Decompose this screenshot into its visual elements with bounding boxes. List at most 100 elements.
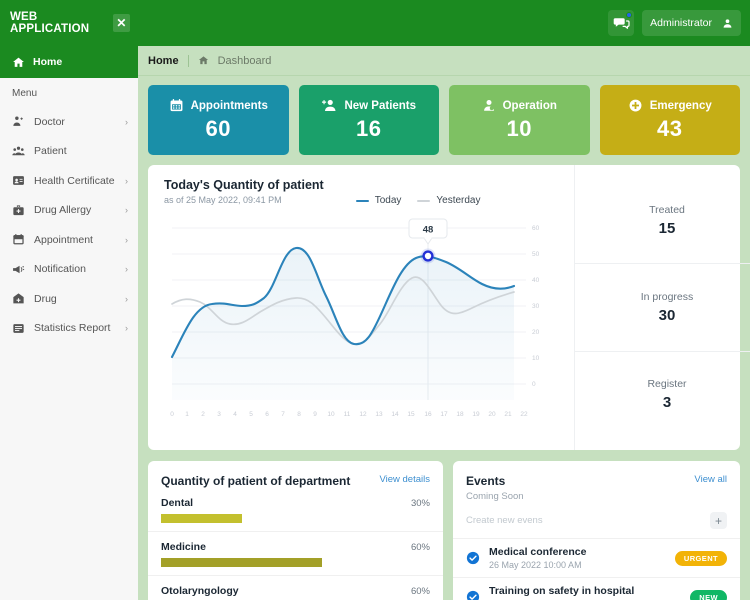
megaphone-icon (13, 265, 25, 274)
plus-circle-icon (629, 99, 642, 112)
create-event-input[interactable]: Create new evens (466, 515, 710, 526)
chart-x-axis-labels: 0 1 2 3 4 5 6 7 8 9 10 11 12 13 14 15 16… (170, 411, 528, 418)
chart-legend: Today Yesterday (355, 195, 481, 206)
status-badge: URGENT (674, 550, 727, 566)
department-name: Dental (161, 497, 194, 509)
sidebar-item-notification-label: Notification (34, 263, 86, 276)
department-row-top: Otolaryngology 60% (161, 585, 430, 597)
messages-button[interactable] (608, 10, 635, 36)
department-bar-fill (161, 558, 323, 567)
department-panel-header: Quantity of patient of department View d… (148, 474, 443, 488)
sidebar-item-health-certificate-label: Health Certificate (34, 174, 115, 187)
patient-group-icon (12, 146, 25, 156)
svg-text:19: 19 (472, 411, 480, 418)
event-text-block: Training on safety in hospital 28 May 20… (489, 585, 681, 600)
side-stat-treated-value: 15 (658, 219, 676, 237)
department-row-top: Medicine 60% (161, 541, 430, 553)
legend-label-today: Today (374, 195, 402, 206)
stat-card-appointments-value: 60 (205, 116, 231, 141)
breadcrumb-current[interactable]: Home (148, 55, 179, 67)
department-row[interactable]: Otolaryngology 60% (148, 575, 443, 600)
svg-text:17: 17 (440, 411, 448, 418)
view-all-link[interactable]: View all (694, 474, 727, 485)
chart-plot-area[interactable]: 48 60 50 40 30 20 10 0 0 1 2 3 4 5 6 7 8… (164, 214, 574, 450)
svg-text:30: 30 (532, 303, 540, 310)
sidebar-item-statistics-report[interactable]: Statistics Report › (0, 314, 138, 344)
user-menu[interactable]: Administrator (642, 10, 741, 36)
svg-text:1: 1 (185, 411, 189, 418)
stat-card-operation-value: 10 (506, 116, 532, 141)
sidebar-item-drug-allergy[interactable]: Drug Allergy › (0, 196, 138, 226)
breadcrumb-parent[interactable]: Dashboard (218, 55, 272, 67)
chevron-right-icon: › (125, 234, 128, 245)
legend-swatch-yesterday (417, 199, 431, 202)
sidebar-item-health-certificate[interactable]: Health Certificate › (0, 166, 138, 196)
events-panel-header: Events View all (453, 474, 740, 488)
sidebar-item-home[interactable]: Home (0, 46, 138, 78)
stat-card-appointments[interactable]: Appointments 60 (148, 85, 289, 155)
event-list-item[interactable]: Medical conference 26 May 2022 10:00 AM … (453, 538, 740, 577)
legend-item-yesterday[interactable]: Yesterday (417, 195, 481, 206)
svg-text:14: 14 (391, 411, 399, 418)
doctor-icon (13, 116, 23, 127)
department-bar-track (161, 514, 430, 523)
stat-card-operation[interactable]: Operation 10 (449, 85, 590, 155)
event-list-item[interactable]: Training on safety in hospital 28 May 20… (453, 577, 740, 600)
sidebar-item-notification[interactable]: Notification › (0, 255, 138, 285)
sidebar-item-doctor[interactable]: Doctor › (0, 107, 138, 137)
chart-y-axis-labels: 60 50 40 30 20 10 0 (532, 225, 540, 388)
stat-card-emergency[interactable]: Emergency 43 (599, 85, 740, 155)
sidebar-item-patient[interactable]: Patient (0, 137, 138, 167)
svg-text:20: 20 (532, 329, 540, 336)
dashboard-content: Appointments 60 New Patients 16 Operatio… (138, 76, 750, 600)
department-panel-title: Quantity of patient of department (161, 474, 351, 488)
pill-house-icon (13, 293, 24, 304)
stat-card-appointments-header: Appointments (169, 98, 268, 113)
sidebar-item-doctor-label: Doctor (34, 115, 65, 128)
svg-text:6: 6 (265, 411, 269, 418)
view-details-link[interactable]: View details (379, 474, 430, 485)
check-circle-icon[interactable] (466, 590, 480, 600)
calendar-icon (13, 234, 24, 245)
svg-text:11: 11 (344, 411, 351, 418)
side-stat-in-progress: In progress 30 (575, 263, 750, 350)
main-area: Administrator Home Dashboard Appointment… (138, 0, 750, 600)
stat-card-new-patients-label: New Patients (344, 99, 417, 112)
stat-card-operation-label: Operation (502, 99, 557, 112)
sidebar-item-drug[interactable]: Drug › (0, 284, 138, 314)
chart-active-point[interactable] (422, 250, 434, 262)
svg-text:10: 10 (327, 411, 335, 418)
stat-card-emergency-value: 43 (657, 116, 683, 141)
svg-text:21: 21 (504, 411, 512, 418)
medical-bag-icon (13, 205, 24, 215)
department-panel: Quantity of patient of department View d… (148, 461, 443, 600)
chart-tooltip-value: 48 (423, 225, 434, 236)
sidebar-item-appointment[interactable]: Appointment › (0, 225, 138, 255)
chevron-right-icon: › (125, 175, 128, 186)
department-row-top: Dental 30% (161, 497, 430, 509)
side-stat-in-progress-value: 30 (658, 306, 676, 324)
sidebar-item-home-label: Home (33, 56, 63, 68)
sidebar-item-statistics-report-label: Statistics Report (34, 322, 111, 335)
department-row[interactable]: Medicine 60% (148, 531, 443, 575)
close-icon[interactable]: ✕ (113, 14, 130, 32)
sidebar-item-drug-label: Drug (34, 292, 57, 305)
check-circle-icon[interactable] (466, 551, 480, 565)
legend-item-today[interactable]: Today (355, 195, 402, 206)
create-event-row[interactable]: Create new evens + (453, 502, 740, 538)
department-bar-track (161, 558, 430, 567)
stat-card-new-patients-header: New Patients (321, 98, 416, 113)
side-stat-treated: Treated 15 (575, 177, 750, 263)
side-stat-in-progress-label: In progress (640, 290, 694, 303)
svg-text:7: 7 (281, 411, 285, 418)
department-row[interactable]: Dental 30% (148, 488, 443, 531)
stat-card-row: Appointments 60 New Patients 16 Operatio… (148, 85, 740, 155)
plus-icon[interactable]: + (710, 512, 727, 529)
chart-side-stats: Treated 15 In progress 30 Register 3 (574, 165, 750, 450)
side-stat-register-value: 3 (662, 394, 672, 412)
svg-text:16: 16 (424, 411, 432, 418)
sidebar-item-patient-label: Patient (34, 145, 67, 158)
stat-card-new-patients[interactable]: New Patients 16 (298, 85, 439, 155)
svg-text:0: 0 (532, 381, 536, 388)
events-panel: Events View all Coming Soon Create new e… (453, 461, 740, 600)
